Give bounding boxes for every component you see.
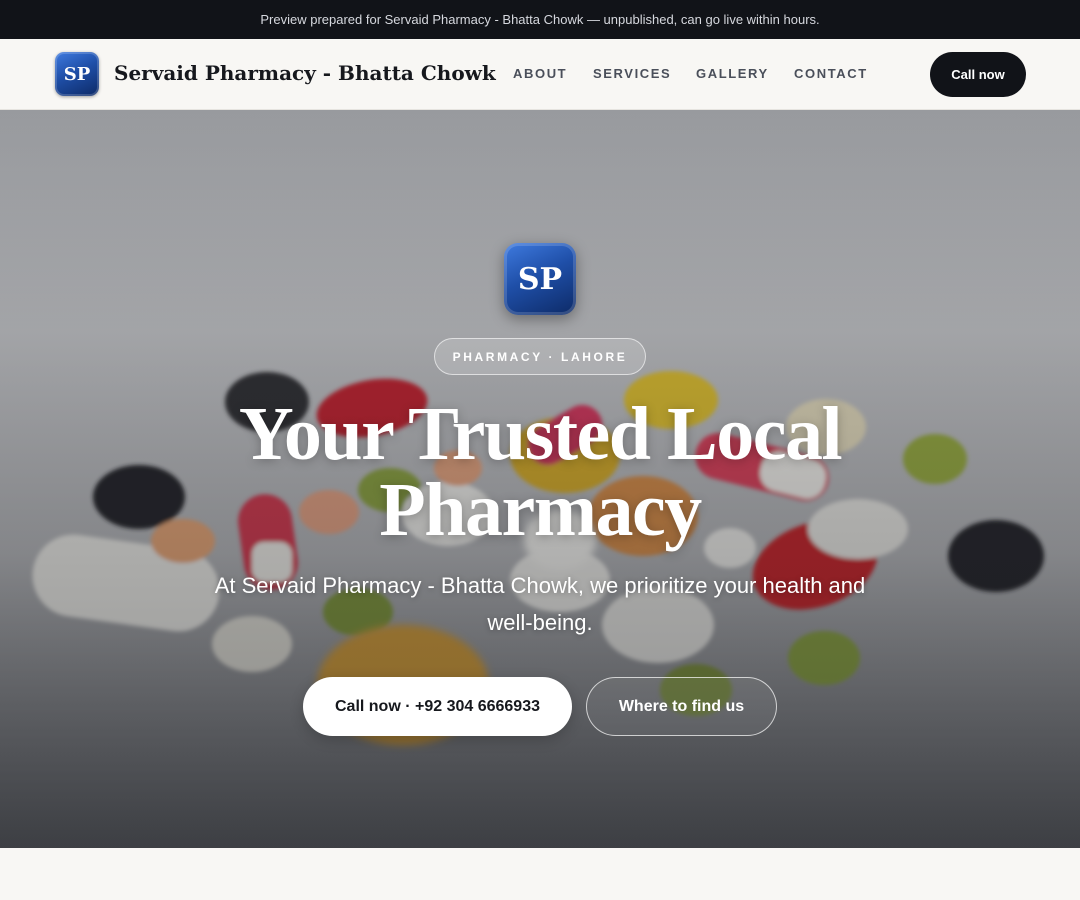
hero-headline: Your Trusted Local Pharmacy (140, 396, 940, 548)
hero-section: SP PHARMACY · LAHORE Your Trusted Local … (0, 110, 1080, 848)
hero-headline-line-2: Pharmacy (379, 468, 702, 552)
preview-notice-bar: Preview prepared for Servaid Pharmacy - … (0, 0, 1080, 39)
site-header: SP Servaid Pharmacy - Bhatta Chowk ABOUT… (0, 39, 1080, 110)
brand-name[interactable]: Servaid Pharmacy - Bhatta Chowk (114, 61, 496, 85)
nav-link-gallery[interactable]: GALLERY (696, 66, 769, 81)
hero-headline-line-1: Your Trusted Local (238, 392, 843, 476)
hero-eyebrow-tag: PHARMACY · LAHORE (434, 338, 646, 375)
nav-link-about[interactable]: ABOUT (513, 66, 567, 81)
call-now-phone-button[interactable]: Call now · +92 304 6666933 (303, 677, 572, 736)
nav-link-contact[interactable]: CONTACT (794, 66, 868, 81)
next-section (0, 848, 1080, 900)
nav-link-services[interactable]: SERVICES (593, 66, 671, 81)
hero-subheadline: At Servaid Pharmacy - Bhatta Chowk, we p… (214, 573, 866, 635)
preview-notice-text: Preview prepared for Servaid Pharmacy - … (260, 12, 820, 27)
hero-logo-badge: SP (504, 243, 576, 315)
logo-initials: SP (63, 63, 91, 85)
header-call-button[interactable]: Call now (930, 52, 1026, 97)
where-to-find-us-button[interactable]: Where to find us (586, 677, 777, 736)
logo-badge[interactable]: SP (55, 52, 99, 96)
hero-logo-initials: SP (517, 261, 563, 297)
